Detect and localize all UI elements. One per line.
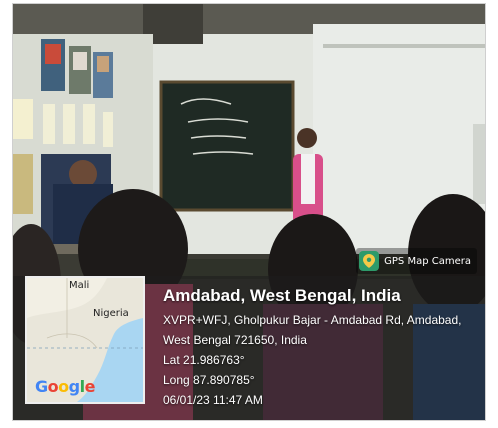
latitude: Lat 21.986763°: [163, 353, 245, 367]
photo-frame: GPS Map Camera Mali Nigeria Google Amdab…: [12, 3, 486, 421]
mini-map: Mali Nigeria Google: [25, 276, 145, 404]
address-line-2: West Bengal 721650, India: [163, 333, 307, 347]
logo-letter: o: [58, 377, 69, 396]
longitude: Long 87.890785°: [163, 373, 255, 387]
map-label-nigeria: Nigeria: [93, 308, 129, 319]
map-pin-icon: [359, 251, 380, 271]
logo-letter: g: [68, 377, 80, 396]
map-label-mali: Mali: [69, 280, 90, 291]
logo-letter: o: [47, 377, 59, 396]
badge-label: GPS Map Camera: [384, 255, 471, 267]
gps-camera-badge: GPS Map Camera: [356, 248, 477, 274]
location-title: Amdabad, West Bengal, India: [163, 286, 401, 305]
google-logo: Google: [35, 377, 95, 396]
location-text-block: Amdabad, West Bengal, India XVPR+WFJ, Gh…: [163, 286, 483, 410]
timestamp: 06/01/23 11:47 AM: [163, 393, 263, 407]
logo-letter: e: [84, 377, 96, 396]
address-line-1: XVPR+WFJ, Gholpukur Bajar - Amdabad Rd, …: [163, 313, 462, 327]
logo-letter: G: [35, 377, 48, 396]
